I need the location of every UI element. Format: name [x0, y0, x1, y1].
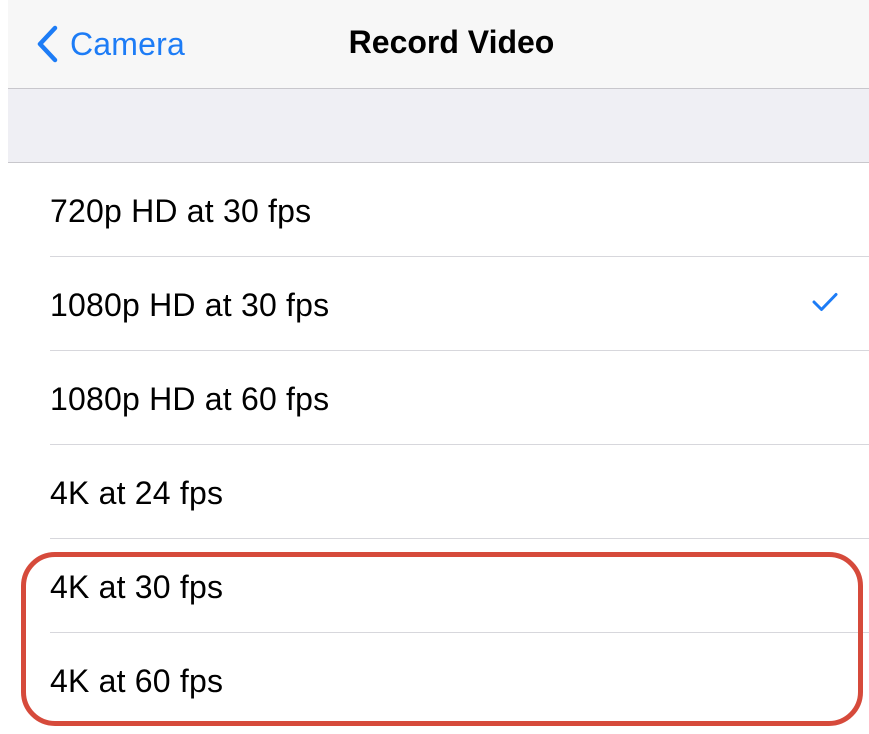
option-label: 1080p HD at 30 fps [50, 287, 330, 323]
record-video-options-list: 720p HD at 30 fps 1080p HD at 30 fps 108… [8, 163, 869, 727]
section-header-spacer [8, 89, 869, 163]
option-1080p-30fps[interactable]: 1080p HD at 30 fps [8, 257, 869, 351]
page-title: Record Video [348, 24, 555, 60]
option-label: 1080p HD at 60 fps [50, 381, 330, 417]
option-label: 4K at 60 fps [50, 663, 224, 699]
option-label: 4K at 30 fps [50, 569, 224, 605]
option-label: 4K at 24 fps [50, 475, 224, 511]
option-1080p-60fps[interactable]: 1080p HD at 60 fps [8, 351, 869, 445]
option-label: 720p HD at 30 fps [50, 193, 312, 229]
option-720p-30fps[interactable]: 720p HD at 30 fps [8, 163, 869, 257]
navigation-bar: Camera Record Video [8, 0, 869, 89]
option-4k-24fps[interactable]: 4K at 24 fps [8, 445, 869, 539]
option-4k-60fps[interactable]: 4K at 60 fps [8, 633, 869, 727]
checkmark-icon [812, 292, 838, 317]
option-4k-30fps[interactable]: 4K at 30 fps [8, 539, 869, 633]
